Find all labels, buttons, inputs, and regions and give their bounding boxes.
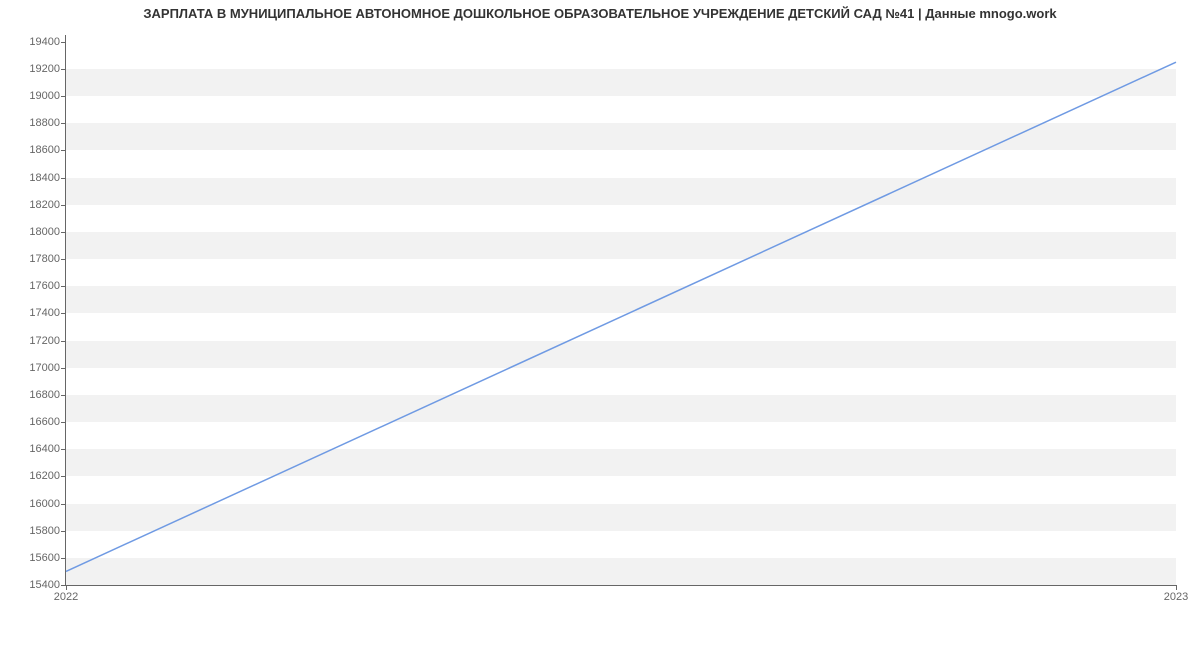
y-tick-mark — [61, 286, 66, 287]
y-tick-mark — [61, 558, 66, 559]
y-tick-mark — [61, 313, 66, 314]
y-tick-mark — [61, 341, 66, 342]
y-tick-mark — [61, 205, 66, 206]
y-tick-mark — [61, 368, 66, 369]
y-tick-mark — [61, 69, 66, 70]
y-tick-mark — [61, 259, 66, 260]
y-tick-mark — [61, 42, 66, 43]
y-tick-mark — [61, 476, 66, 477]
y-tick-mark — [61, 531, 66, 532]
y-tick-mark — [61, 422, 66, 423]
series-line — [66, 62, 1176, 571]
y-tick-mark — [61, 395, 66, 396]
y-tick-mark — [61, 123, 66, 124]
plot-area: 1540015600158001600016200164001660016800… — [65, 35, 1176, 586]
y-tick-mark — [61, 504, 66, 505]
x-tick-mark — [1176, 585, 1177, 590]
x-tick-mark — [66, 585, 67, 590]
y-tick-mark — [61, 178, 66, 179]
y-tick-mark — [61, 449, 66, 450]
y-tick-mark — [61, 232, 66, 233]
chart-title: ЗАРПЛАТА В МУНИЦИПАЛЬНОЕ АВТОНОМНОЕ ДОШК… — [0, 6, 1200, 21]
chart-container: ЗАРПЛАТА В МУНИЦИПАЛЬНОЕ АВТОНОМНОЕ ДОШК… — [0, 0, 1200, 650]
y-tick-mark — [61, 96, 66, 97]
line-layer — [66, 35, 1176, 585]
y-tick-mark — [61, 150, 66, 151]
